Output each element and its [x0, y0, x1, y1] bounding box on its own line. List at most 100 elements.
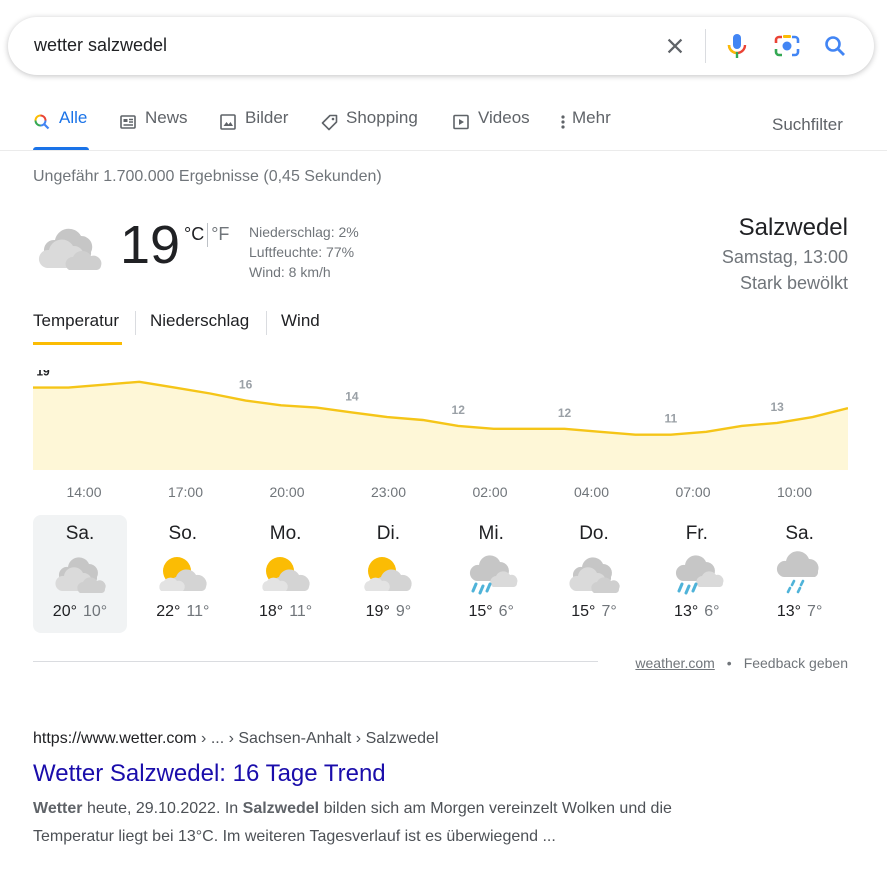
- day-name: Mo.: [269, 523, 302, 544]
- day-low: 7°: [807, 603, 823, 620]
- tab-wind[interactable]: Wind: [281, 311, 320, 345]
- microphone-icon[interactable]: [722, 31, 752, 61]
- tab-label: Alle: [59, 108, 88, 127]
- weather-footer: weather.com • Feedback geben: [635, 655, 848, 671]
- temperature-data-label: 11: [664, 412, 677, 426]
- rain-icon: [669, 551, 725, 599]
- day-temps: 18° 11°: [239, 603, 333, 621]
- day-temps: 15° 6°: [444, 603, 538, 621]
- day-temps: 20° 10°: [33, 603, 127, 621]
- forecast-day[interactable]: Fr. 13° 6°: [650, 515, 744, 633]
- day-temps: 22° 11°: [136, 603, 230, 621]
- result-host: https://www.wetter.com: [33, 730, 197, 747]
- search-submit-icon[interactable]: [820, 31, 850, 61]
- temperature-data-label: 19: [36, 370, 50, 379]
- unit-fahrenheit[interactable]: °F: [211, 224, 229, 244]
- chart-hour-label: 14:00: [66, 484, 102, 500]
- chart-hour-label: 04:00: [573, 484, 610, 500]
- forecast-day[interactable]: So. 22° 11°: [136, 515, 230, 633]
- weather-location: Salzwedel Samstag, 13:00 Stark bewölkt: [722, 212, 848, 296]
- camera-search-icon[interactable]: [772, 31, 802, 61]
- search-tools-button[interactable]: Suchfilter: [772, 115, 843, 135]
- day-high: 22°: [156, 603, 181, 620]
- day-high: 13°: [674, 603, 699, 620]
- result-title-link[interactable]: Wetter Salzwedel: 16 Tage Trend: [33, 760, 386, 788]
- day-low: 6°: [704, 603, 720, 620]
- tab-label: Shopping: [346, 108, 418, 127]
- day-high: 18°: [258, 603, 284, 620]
- unit-divider: [207, 223, 209, 247]
- chart-hour-label: 17:00: [167, 484, 204, 500]
- search-input[interactable]: wetter salzwedel: [34, 35, 167, 56]
- tab-niederschlag[interactable]: Niederschlag: [150, 311, 249, 345]
- day-name: Sa.: [785, 523, 814, 544]
- day-name: Sa.: [65, 523, 95, 544]
- tab-bilder[interactable]: Bilder: [219, 108, 288, 150]
- temperature-data-label: 16: [239, 378, 253, 392]
- weather-tab-divider: [135, 311, 136, 335]
- day-name: Fr.: [685, 523, 708, 544]
- chart-hour-label: 07:00: [675, 484, 711, 500]
- tab-shopping[interactable]: Shopping: [320, 108, 418, 150]
- temperature-data-label: 20: [133, 370, 147, 373]
- forecast-day[interactable]: Sa. 20° 10°: [33, 515, 127, 633]
- day-name: Di.: [376, 523, 400, 544]
- cloudy-icon: [33, 222, 105, 277]
- current-temperature: 19: [120, 215, 181, 275]
- clear-icon[interactable]: [660, 31, 690, 61]
- weather-condition: Stark bewölkt: [739, 273, 848, 293]
- chart-hour-labels: 14:00 17:00 20:00 23:00 02:00 04:00 07:00 10:00: [33, 484, 848, 504]
- day-low: 9°: [395, 603, 412, 620]
- location-name: Salzwedel: [738, 214, 848, 241]
- partly-sunny-icon: [258, 551, 314, 599]
- day-low: 11°: [186, 603, 210, 620]
- daily-forecast: Sa. 20° 10° So. 22° 11° Mo. 18° 11° Di. 19° 9° Mi. 15…: [33, 515, 848, 633]
- snippet-text: heute, 29.10.2022. In: [82, 800, 243, 817]
- chart-hour-label: 10:00: [776, 484, 813, 500]
- day-name: Do.: [579, 523, 609, 544]
- image-icon: [219, 113, 237, 131]
- tab-news[interactable]: News: [119, 108, 188, 150]
- day-name: So.: [168, 523, 198, 544]
- snippet-bold: Salzwedel: [242, 800, 320, 817]
- tag-icon: [320, 113, 338, 131]
- day-temps: 13° 7°: [753, 603, 847, 621]
- forecast-day[interactable]: Di. 19° 9°: [341, 515, 435, 633]
- search-bar: wetter salzwedel: [8, 17, 874, 75]
- unit-celsius[interactable]: °C: [184, 224, 204, 244]
- result-stats: Ungefähr 1.700.000 Ergebnisse (0,45 Seku…: [33, 168, 382, 185]
- wind-speed: Wind: 8 km/h: [249, 264, 331, 280]
- day-high: 13°: [776, 603, 802, 620]
- temperature-area: [33, 381, 848, 470]
- tab-alle[interactable]: Alle: [33, 108, 89, 150]
- feedback-link[interactable]: Feedback geben: [744, 655, 848, 671]
- unit-switcher: °C °F: [184, 223, 229, 247]
- tab-temperatur[interactable]: Temperatur: [33, 311, 122, 345]
- chart-hour-label: 20:00: [269, 484, 305, 500]
- search-divider: [705, 29, 706, 63]
- temperature-data-label: 12: [452, 403, 466, 417]
- result-url[interactable]: https://www.wetter.com › ... › Sachsen-A…: [33, 730, 439, 748]
- forecast-day[interactable]: Mo. 18° 11°: [239, 515, 333, 633]
- tab-videos[interactable]: Videos: [452, 108, 530, 150]
- tab-label: Mehr: [572, 108, 611, 127]
- tab-label: Bilder: [245, 108, 289, 127]
- day-temps: 13° 6°: [650, 603, 744, 621]
- weather-details: Niederschlag: 2% Luftfeuchte: 77% Wind: …: [249, 222, 359, 282]
- day-high: 15°: [571, 603, 596, 620]
- cloudy-icon: [52, 551, 108, 599]
- day-high: 15°: [468, 603, 493, 620]
- forecast-day[interactable]: Sa. 13° 7°: [753, 515, 847, 633]
- temperature-data-label: 12: [558, 406, 572, 420]
- tab-label: News: [145, 108, 188, 127]
- forecast-day[interactable]: Do. 15° 7°: [547, 515, 641, 633]
- source-link[interactable]: weather.com: [635, 655, 714, 671]
- day-high: 20°: [52, 603, 77, 620]
- tab-mehr[interactable]: Mehr: [559, 108, 611, 150]
- temperature-chart[interactable]: 19 20 16 14 12 12 11 13: [33, 370, 848, 470]
- forecast-day[interactable]: Mi. 15° 6°: [444, 515, 538, 633]
- news-icon: [119, 113, 137, 131]
- day-low: 10°: [83, 603, 108, 620]
- weather-tab-divider: [266, 311, 267, 335]
- day-low: 6°: [498, 603, 514, 620]
